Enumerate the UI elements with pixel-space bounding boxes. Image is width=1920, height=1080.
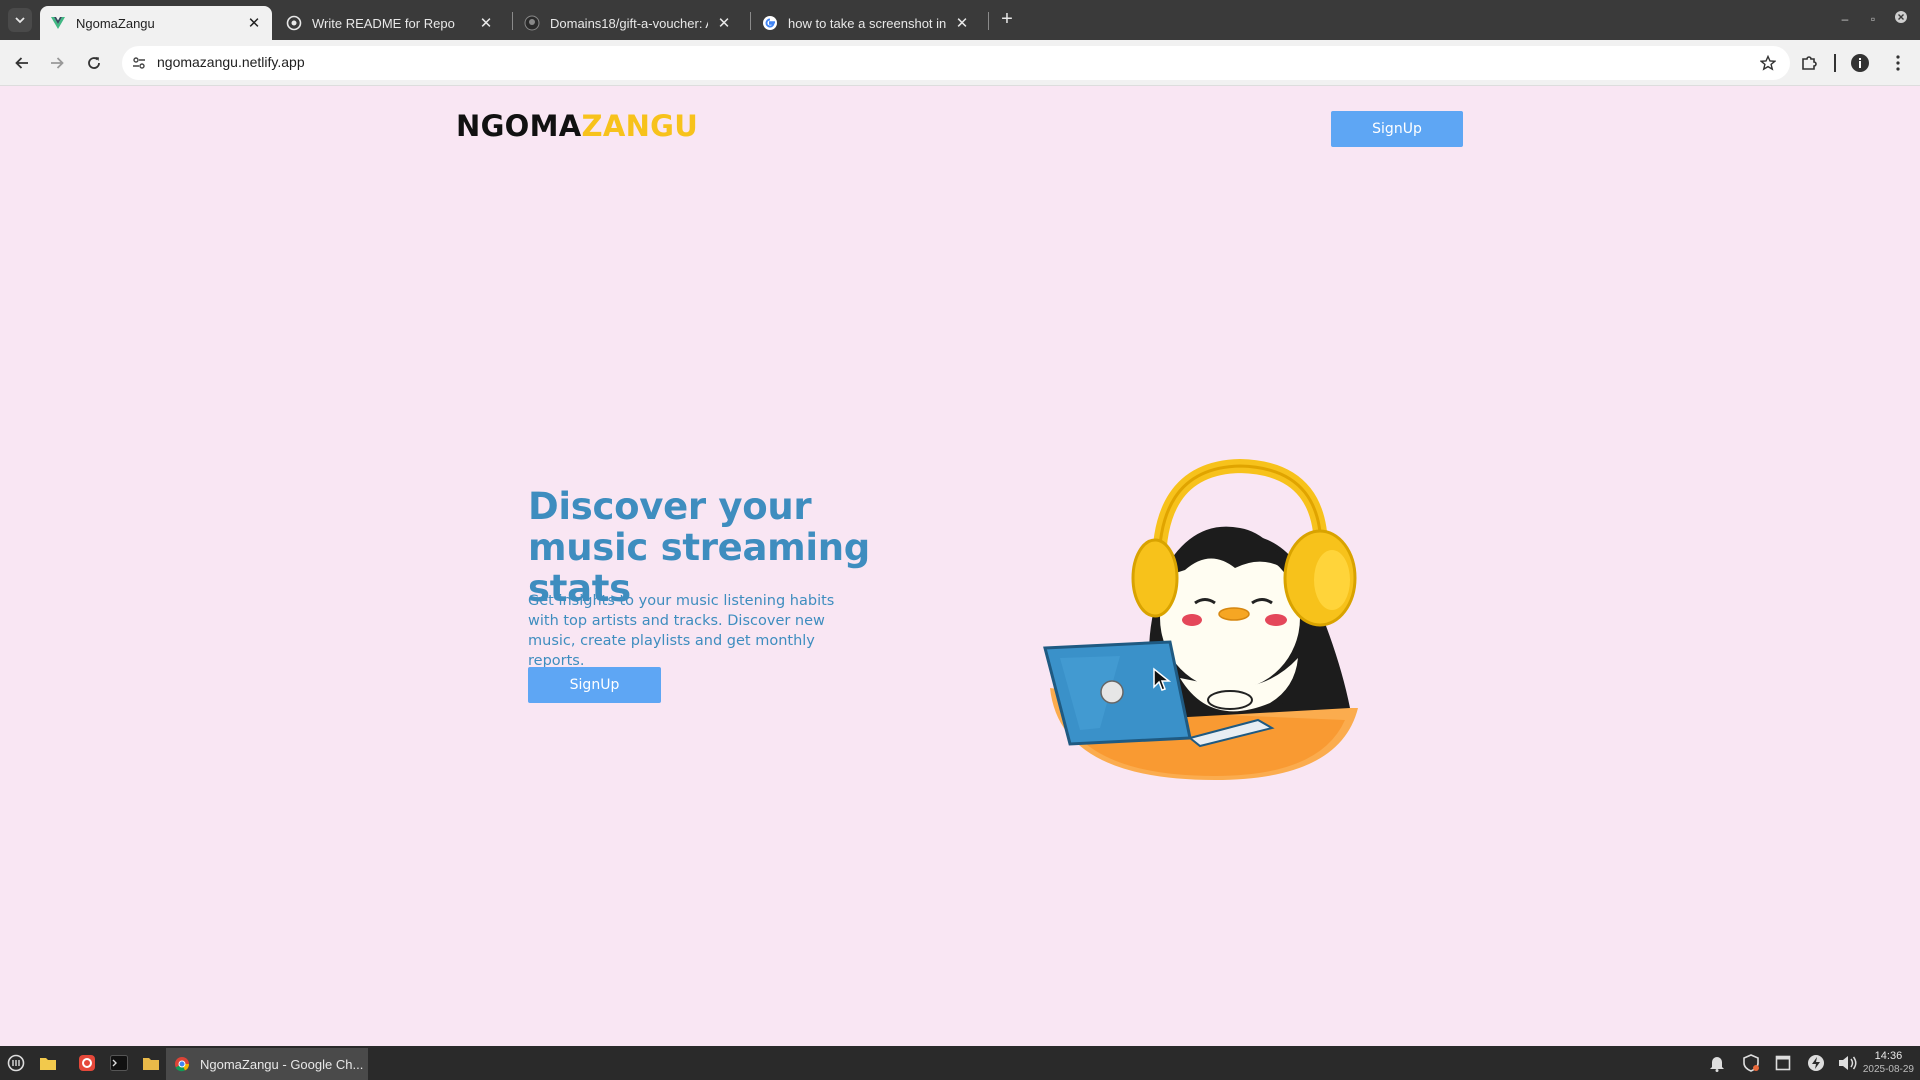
extensions-button[interactable] <box>1797 51 1821 75</box>
tab-title: how to take a screenshot in a <box>788 15 946 31</box>
reload-button[interactable] <box>82 51 106 75</box>
tab-write-readme[interactable]: Write README for Repo ✕ <box>276 6 504 40</box>
forward-button[interactable] <box>45 51 69 75</box>
app-launcher-red[interactable] <box>77 1053 97 1073</box>
menu-circle-icon <box>7 1054 25 1072</box>
power-status-button[interactable] <box>1806 1053 1826 1073</box>
clock-time: 14:36 <box>1874 1050 1903 1062</box>
file-manager-launcher[interactable] <box>141 1053 161 1073</box>
puzzle-icon <box>1802 56 1817 70</box>
tab-title: Domains18/gift-a-voucher: A <box>550 15 708 31</box>
volume-button[interactable] <box>1838 1053 1858 1073</box>
close-window-button[interactable] <box>1892 10 1910 28</box>
header-signup-button[interactable]: SignUp <box>1331 111 1463 147</box>
terminal-icon <box>110 1055 128 1071</box>
chatgpt-icon <box>286 15 302 31</box>
close-circle-icon <box>1895 11 1907 23</box>
reload-icon <box>88 57 100 69</box>
github-icon <box>524 15 540 31</box>
folder-icon <box>143 1058 159 1070</box>
toolbar-divider <box>1834 54 1836 72</box>
window-icon <box>1775 1055 1791 1071</box>
bookmark-star-icon[interactable] <box>1758 53 1778 73</box>
address-bar[interactable]: ngomazangu.netlify.app <box>122 46 1790 80</box>
chrome-icon <box>175 1057 190 1072</box>
shield-icon <box>1743 1054 1759 1072</box>
hero-signup-button[interactable]: SignUp <box>528 667 661 703</box>
browser-menu-button[interactable] <box>1886 51 1910 75</box>
new-tab-button[interactable]: + <box>995 8 1019 32</box>
mouse-cursor-icon <box>1153 667 1172 691</box>
close-icon[interactable]: ✕ <box>716 14 732 32</box>
site-logo[interactable]: NGOMAZANGU <box>456 109 698 143</box>
app-menu-button[interactable] <box>6 1053 26 1073</box>
close-icon[interactable]: ✕ <box>954 14 970 32</box>
minimize-button[interactable]: – <box>1836 10 1854 28</box>
tab-google-search[interactable]: how to take a screenshot in a ✕ <box>752 6 980 40</box>
folder-icon <box>40 1058 56 1070</box>
clock-date: 2025-08-29 <box>1862 1064 1914 1075</box>
os-taskbar: NgomaZangu - Google Ch... 14:36 2025-08-… <box>0 1046 1920 1080</box>
profile-button[interactable] <box>1848 51 1872 75</box>
terminal-launcher[interactable] <box>109 1053 129 1073</box>
lightning-icon <box>1808 1055 1824 1071</box>
tab-ngomazangu[interactable]: NgomaZangu ✕ <box>40 6 272 40</box>
security-status-button[interactable] <box>1741 1053 1761 1073</box>
close-icon[interactable]: ✕ <box>478 14 494 32</box>
logo-text-ngoma: NGOMA <box>456 109 582 143</box>
hero-description: Get insights to your music listening hab… <box>528 593 835 669</box>
speaker-icon <box>1839 1056 1857 1070</box>
back-button[interactable] <box>10 51 34 75</box>
browser-toolbar: ngomazangu.netlify.app <box>0 40 1920 86</box>
tab-separator <box>512 12 513 30</box>
more-vertical-icon <box>1896 55 1900 71</box>
browser-tab-bar: NgomaZangu ✕ Write README for Repo ✕ Dom… <box>0 0 1920 40</box>
vue-icon <box>51 17 65 29</box>
maximize-button[interactable]: ▫ <box>1864 10 1882 28</box>
penguin-headphones-illustration <box>1043 458 1358 780</box>
url-text[interactable]: ngomazangu.netlify.app <box>157 54 305 70</box>
tab-title: NgomaZangu <box>76 15 155 31</box>
taskbar-window-title: NgomaZangu - Google Ch... <box>200 1056 364 1072</box>
bell-icon <box>1710 1057 1724 1072</box>
notifications-button[interactable] <box>1707 1053 1727 1073</box>
profile-info-icon <box>1851 54 1869 72</box>
google-icon <box>763 16 777 30</box>
tab-separator <box>988 12 989 30</box>
tab-separator <box>750 12 751 30</box>
logo-text-zangu: ZANGU <box>581 109 699 143</box>
window-switcher-button[interactable] <box>1773 1053 1793 1073</box>
site-info-icon[interactable] <box>130 54 148 72</box>
tab-search-button[interactable] <box>8 8 32 32</box>
chevron-down-icon <box>15 17 25 24</box>
files-launcher[interactable] <box>38 1053 58 1073</box>
tab-title: Write README for Repo <box>312 15 455 31</box>
close-icon[interactable]: ✕ <box>246 14 262 32</box>
arrow-right-icon <box>51 57 64 69</box>
arrow-left-icon <box>15 57 28 69</box>
tab-gift-a-voucher[interactable]: Domains18/gift-a-voucher: A ✕ <box>514 6 742 40</box>
taskbar-chrome-window[interactable]: NgomaZangu - Google Ch... <box>166 1048 368 1080</box>
app-icon <box>79 1055 95 1071</box>
taskbar-clock[interactable]: 14:36 2025-08-29 <box>1863 1049 1914 1077</box>
